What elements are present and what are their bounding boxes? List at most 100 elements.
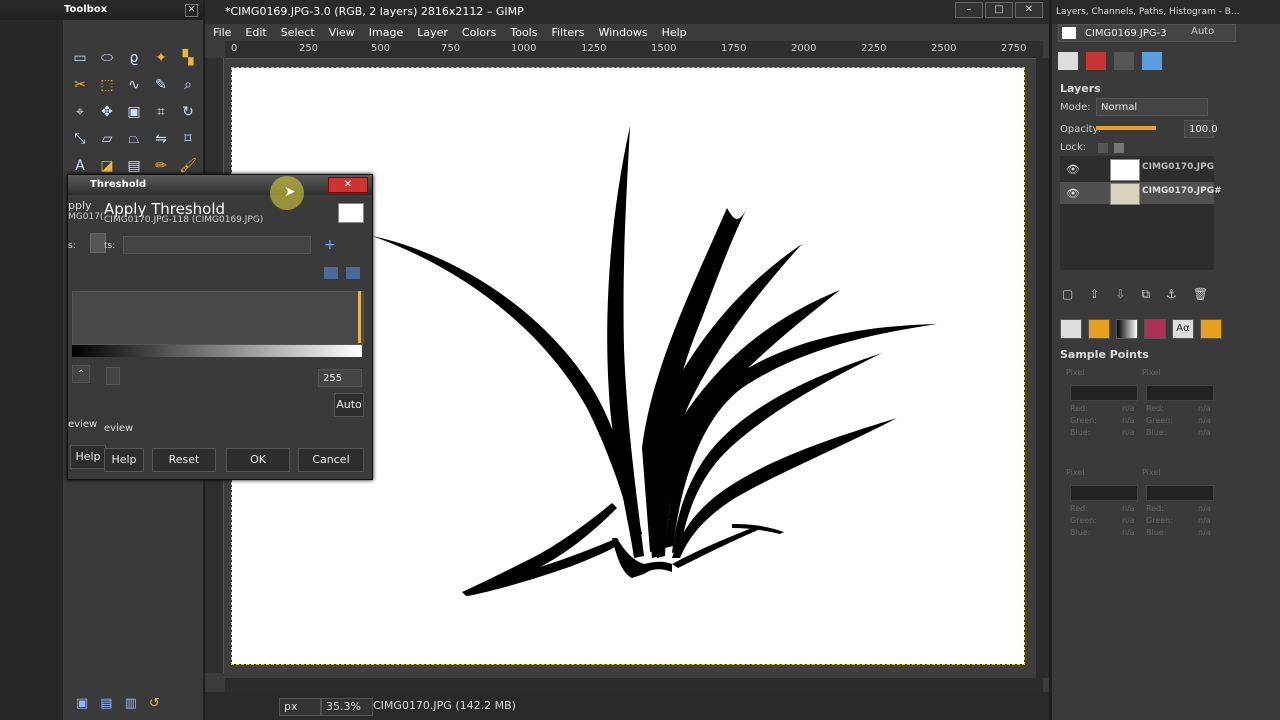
high-value-field[interactable]: 255	[318, 369, 362, 387]
close-icon[interactable]: ✕	[328, 177, 368, 193]
shear-icon[interactable]: ▱	[95, 127, 119, 151]
menu-layer[interactable]: Layer	[417, 24, 448, 41]
low-value-stepper[interactable]	[106, 367, 120, 385]
tab-channels[interactable]	[1086, 52, 1106, 70]
help-button[interactable]: Help	[104, 448, 144, 472]
align-icon[interactable]: ▣	[122, 100, 146, 124]
cancel-button[interactable]: Cancel	[298, 448, 364, 472]
menu-edit[interactable]: Edit	[245, 24, 266, 41]
pixel-label: Pixel	[1142, 368, 1161, 377]
tab-fonts[interactable]: Aα	[1172, 319, 1194, 339]
tab-palettes[interactable]	[1144, 319, 1166, 339]
tab-paths[interactable]	[1114, 52, 1134, 70]
menu-help[interactable]: Help	[662, 24, 687, 41]
lower-layer-icon[interactable]: ⇩	[1115, 287, 1125, 302]
tab-layers[interactable]	[1058, 52, 1078, 70]
scissors-icon[interactable]: ✂	[68, 73, 92, 97]
color-picker-icon[interactable]: ✎	[149, 73, 173, 97]
histogram[interactable]	[72, 291, 364, 345]
foreground-select-icon[interactable]: ⬚	[95, 73, 119, 97]
restore-icon[interactable]: ▤	[100, 696, 112, 718]
new-layer-icon[interactable]: ▢	[1062, 287, 1073, 302]
tab-gradients[interactable]	[1116, 319, 1138, 339]
scale-icon[interactable]: ⤡	[68, 127, 92, 151]
opacity-field[interactable]: 100.0	[1184, 120, 1218, 138]
raise-layer-icon[interactable]: ⇧	[1089, 287, 1099, 302]
ghost-help-button[interactable]: Help	[70, 445, 106, 469]
lock-alpha-icon[interactable]	[1114, 143, 1124, 153]
ruler-tick: 750	[441, 43, 461, 54]
tab-patterns[interactable]	[1088, 319, 1110, 339]
threshold-range[interactable]	[358, 291, 361, 343]
move-icon[interactable]: ✥	[95, 100, 119, 124]
rotate-icon[interactable]: ↻	[176, 100, 200, 124]
save-icon[interactable]: ▣	[76, 696, 88, 718]
mode-select[interactable]: Normal	[1096, 98, 1208, 116]
measure-icon[interactable]: ⌖	[68, 100, 92, 124]
ellipse-select-icon[interactable]: ⬭	[95, 46, 119, 70]
free-select-icon[interactable]: ϱ	[122, 46, 146, 70]
tab-sample-points[interactable]	[1200, 319, 1222, 339]
reset-button[interactable]: Reset	[152, 448, 216, 472]
auto-label[interactable]: Auto	[1191, 26, 1214, 37]
fuzzy-select-icon[interactable]: ✦	[149, 46, 173, 70]
threshold-titlebar[interactable]: Threshold ✕	[68, 175, 372, 195]
auto-button[interactable]: Auto	[334, 393, 364, 417]
presets-combo[interactable]	[123, 236, 311, 254]
eye-icon[interactable]: 👁	[1066, 187, 1080, 200]
export-icon[interactable]	[346, 267, 360, 279]
opacity-slider[interactable]	[1096, 126, 1156, 130]
horizontal-ruler[interactable]: 0 250 500 750 1000 1250 1500 1750 2000 2…	[225, 41, 1043, 59]
duplicate-layer-icon[interactable]: ⧉	[1141, 287, 1150, 302]
menu-image[interactable]: Image	[369, 24, 403, 41]
anchor-icon[interactable]: ⚓	[1166, 287, 1177, 302]
vertical-scrollbar[interactable]	[1036, 58, 1049, 678]
green-label: Green:	[1070, 516, 1097, 525]
list-item[interactable]: 👁 CIMG0170.JPG#	[1060, 182, 1222, 205]
presets-label-stub: s:	[68, 241, 76, 251]
menu-tools[interactable]: Tools	[510, 24, 537, 41]
rect-select-icon[interactable]: ▭	[68, 46, 92, 70]
blue-value: n/a	[1198, 528, 1211, 537]
tool-grid: ▭ ⬭ ϱ ✦ ▚ ✂ ⬚ ∿ ✎ ⌕ ⌖ ✥ ▣ ⌗ ↻ ⤡ ▱ ⏢ ⇋ ⌑ …	[68, 46, 203, 181]
green-label: Green:	[1070, 416, 1097, 425]
menu-colors[interactable]: Colors	[462, 24, 496, 41]
zoom-select[interactable]: 35.3%	[321, 698, 373, 716]
tab-histogram[interactable]	[1142, 52, 1162, 70]
close-icon[interactable]: ✕	[185, 4, 198, 17]
list-item[interactable]: 👁 CIMG0170.JPG	[1060, 158, 1214, 181]
maximize-icon[interactable]: □	[985, 2, 1013, 18]
lock-pixels-icon[interactable]	[1098, 143, 1108, 153]
delete-icon[interactable]: ▥	[125, 696, 137, 718]
menu-view[interactable]: View	[329, 24, 355, 41]
perspective-icon[interactable]: ⏢	[122, 127, 146, 151]
green-label: Green:	[1146, 516, 1173, 525]
green-value: n/a	[1198, 516, 1211, 525]
mouse-pointer-icon: ➤	[284, 184, 296, 200]
eye-icon[interactable]: 👁	[1066, 163, 1080, 176]
paths-icon[interactable]: ∿	[122, 73, 146, 97]
select-by-color-icon[interactable]: ▚	[176, 46, 200, 70]
cage-icon[interactable]: ⌑	[176, 127, 200, 151]
unit-select[interactable]: px	[279, 698, 321, 716]
import-icon[interactable]	[324, 267, 338, 279]
menu-select[interactable]: Select	[281, 24, 315, 41]
low-spinner[interactable]: ⌃	[72, 365, 90, 383]
crop-icon[interactable]: ⌗	[149, 100, 173, 124]
menu-filters[interactable]: Filters	[551, 24, 584, 41]
minimize-icon[interactable]: –	[955, 2, 983, 18]
zoom-icon[interactable]: ⌕	[176, 73, 200, 97]
menu-file[interactable]: File	[213, 24, 231, 41]
menu-windows[interactable]: Windows	[598, 24, 647, 41]
ok-button[interactable]: OK	[226, 448, 290, 472]
flip-icon[interactable]: ⇋	[149, 127, 173, 151]
close-icon[interactable]: ✕	[1015, 2, 1043, 18]
ruler-tick: 500	[371, 43, 391, 54]
horizontal-scrollbar[interactable]	[225, 678, 1043, 692]
tab-brushes[interactable]	[1060, 319, 1082, 339]
dock-tab-bar-2: Aα	[1060, 319, 1222, 339]
reset-icon[interactable]: ↺	[149, 696, 160, 718]
preview-checkbox[interactable]: eview	[104, 423, 133, 434]
add-preset-icon[interactable]: +	[324, 237, 336, 253]
delete-layer-icon[interactable]: 🗑	[1193, 287, 1208, 302]
